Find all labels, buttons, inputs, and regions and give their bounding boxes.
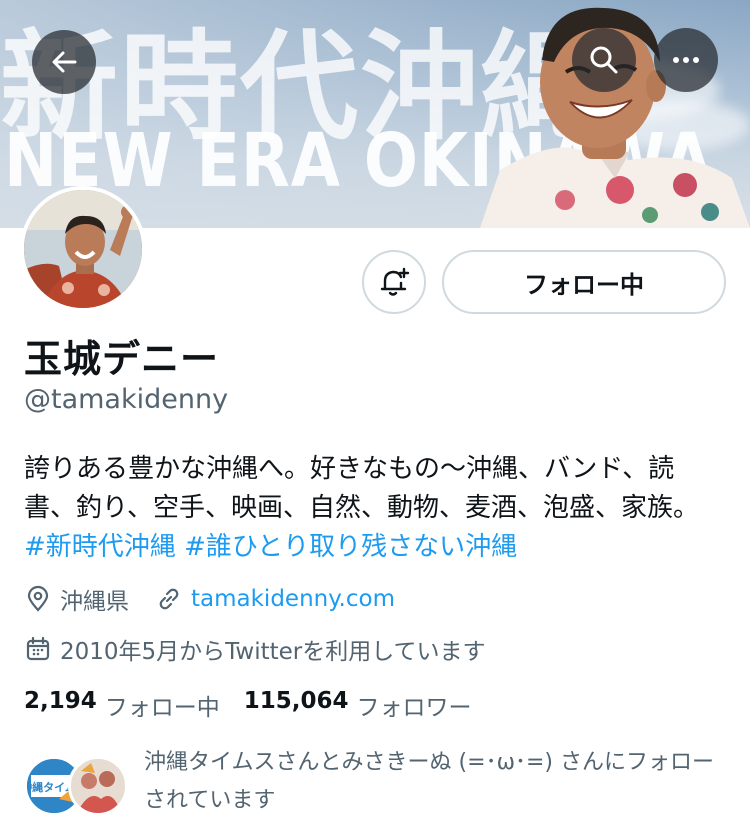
followers-count: 115,064 bbox=[243, 688, 349, 714]
following-label: フォロー中 bbox=[104, 695, 220, 721]
profile-avatar[interactable] bbox=[20, 186, 146, 312]
search-icon bbox=[590, 46, 618, 74]
more-button[interactable] bbox=[654, 28, 718, 92]
profile-meta-row: 沖縄県 tamakidenny.com bbox=[24, 582, 395, 616]
profile-handle: @tamakidenny bbox=[24, 384, 229, 415]
location-icon bbox=[24, 585, 52, 613]
arrow-left-icon bbox=[52, 51, 77, 73]
profile-bio: 誇りある豊かな沖縄へ。好きなもの〜沖縄、バンド、読書、釣り、空手、映画、自然、動… bbox=[24, 450, 724, 567]
profile-joined-date: 2010年5月からTwitterを利用しています bbox=[60, 639, 486, 665]
follow-counts: 2,194 フォロー中 115,064 フォロワー bbox=[24, 688, 496, 722]
followed-by-section[interactable]: 沖縄タイムス 沖縄タイムスさんとみさきーぬ (=･ω･=) さんにフォローされて… bbox=[24, 744, 734, 824]
search-button[interactable] bbox=[572, 28, 636, 92]
hashtag-link[interactable]: #新時代沖縄 bbox=[24, 532, 176, 562]
misakinu-avatar bbox=[68, 756, 128, 816]
avatar-photo bbox=[24, 190, 142, 308]
profile-joined-row: 2010年5月からTwitterを利用しています bbox=[24, 632, 486, 666]
profile-location: 沖縄県 bbox=[60, 589, 129, 615]
calendar-icon bbox=[24, 635, 52, 663]
profile-name: 玉城デニー bbox=[24, 337, 220, 381]
bio-text: 誇りある豊かな沖縄へ。好きなもの〜沖縄、バンド、読書、釣り、空手、映画、自然、動… bbox=[24, 454, 699, 523]
following-button[interactable]: フォロー中 bbox=[442, 250, 726, 314]
followed-by-text: 沖縄タイムスさんとみさきーぬ (=･ω･=) さんにフォローされています bbox=[144, 750, 715, 813]
following-count: 2,194 bbox=[24, 688, 97, 714]
notification-button[interactable] bbox=[362, 250, 426, 314]
followers-link[interactable]: 115,064 フォロワー bbox=[244, 688, 496, 722]
following-link[interactable]: 2,194 フォロー中 bbox=[24, 688, 244, 722]
more-horizontal-icon bbox=[673, 57, 699, 63]
link-icon bbox=[155, 585, 183, 613]
followers-label: フォロワー bbox=[356, 695, 472, 721]
profile-website-link[interactable]: tamakidenny.com bbox=[191, 586, 395, 612]
hashtag-link[interactable]: #誰ひとり取り残さない沖縄 bbox=[184, 532, 517, 562]
back-button[interactable] bbox=[32, 30, 96, 94]
bell-plus-icon bbox=[380, 267, 410, 296]
